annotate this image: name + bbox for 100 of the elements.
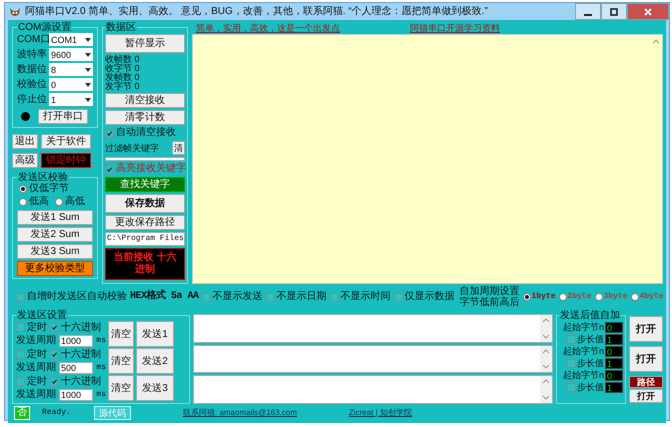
clear-button[interactable]: 清空 [108,321,134,347]
radio-button[interactable] [558,293,567,301]
checkbox-label: 定时 [27,376,47,388]
radio-label: 2byte [568,291,592,303]
send-button[interactable]: 发送2 [136,348,174,374]
hex-format-text: HEX格式 5a AA [130,291,199,303]
dropdown[interactable]: 8 [49,63,93,76]
checkbox-label: 仅显示数据 [404,291,455,303]
lock-clock-button[interactable]: 锁定时钟 [41,153,91,168]
checkbox[interactable] [50,350,59,359]
dropdown[interactable]: 9600 [49,48,93,61]
radio-button[interactable] [522,293,531,301]
period-label: 发送周期 [16,334,56,346]
counter-text: 收帧数 0 [105,55,141,64]
radio-button[interactable] [630,293,639,301]
group-title: 数据区 [105,22,137,33]
sum-button[interactable]: 发送1 Sum [17,210,93,225]
caret-icon [85,52,91,56]
checkbox[interactable] [567,334,576,344]
checkbox[interactable] [105,164,114,174]
start-byte-field[interactable]: 0 [605,322,623,332]
start-byte-field[interactable]: 0 [605,370,623,380]
scrollbar[interactable] [540,376,552,404]
dropdown[interactable]: 0 [49,78,93,91]
sum-button[interactable]: 发送2 Sum [17,227,93,242]
close-button[interactable] [627,3,669,20]
open-button[interactable]: 打开 [629,346,663,372]
dropdown[interactable]: COM1 [49,33,93,46]
start-byte-field[interactable]: 0 [605,346,623,356]
checkbox[interactable] [266,292,275,302]
checkbox-label: 十六进制 [61,322,101,334]
maximize-button[interactable] [601,3,627,20]
checkbox[interactable] [394,292,403,302]
receive-mode-label: 当前接收 十六进制 [105,248,185,280]
checksum-type-button[interactable]: 更多校验类型 [17,261,93,276]
checkbox[interactable] [330,292,339,302]
step-field[interactable]: 1 [605,334,623,344]
step-label: 步长值 [577,357,604,369]
radio-button[interactable] [19,198,27,206]
clear-filter-button[interactable]: 清 [172,141,185,155]
sum-button[interactable]: 发送3 Sum [17,244,93,259]
checkbox-label: 十六进制 [61,376,101,388]
website-link[interactable]: Zicreat | 知创学院 [348,407,412,419]
maximize-icon [609,6,619,16]
about-button[interactable]: 关于软件 [41,134,91,149]
send-text-area[interactable] [193,375,553,404]
caret-icon [85,82,91,86]
checkbox-label: 十六进制 [61,348,101,360]
send-text-area[interactable] [193,314,553,343]
checkbox[interactable] [567,382,576,392]
radio-button[interactable] [55,198,63,206]
period-field[interactable]: 1000 [59,388,94,400]
checkbox[interactable] [16,323,25,332]
open-button[interactable]: 打开 [629,316,663,342]
dropdown[interactable]: 1 [49,93,93,106]
clear-button[interactable]: 清空 [108,348,134,374]
start-byte-label: 起始字节n [562,321,604,333]
clear-receive-button[interactable]: 清空接收 [105,93,185,108]
period-field[interactable]: 1000 [59,334,94,346]
open-button[interactable]: 打开 [629,389,663,403]
checkbox[interactable] [50,377,59,386]
find-keyword-button[interactable]: 查找关键字 [105,177,185,192]
start-byte-label: 起始字节n [562,369,604,381]
period-field[interactable]: 500 [59,362,94,374]
caret-icon [85,38,91,42]
minimize-button[interactable] [575,3,601,20]
radio-button[interactable] [594,293,603,301]
field-label: 数据位 [17,64,47,76]
scrollbar[interactable] [540,346,552,372]
email-link[interactable]: 联系阿猫: amaomails@163.com [183,407,297,419]
step-field[interactable]: 1 [605,358,623,368]
counter-text: 发帧数 0 [105,73,141,82]
path-field[interactable]: C:\Program Files [105,232,185,246]
change-path-button[interactable]: 更改保存路径 [105,215,185,230]
checkbox[interactable] [105,128,114,138]
send-button[interactable]: 发送1 [136,321,174,347]
send-button[interactable]: 发送3 [136,375,174,401]
scrollbar[interactable] [540,315,552,342]
open-port-button[interactable]: 打开串口 [38,109,88,124]
advanced-button[interactable]: 高级 [12,153,38,168]
filter-field[interactable] [105,157,185,161]
counter-text: 发字节 0 [105,82,141,91]
checkbox[interactable] [567,358,576,368]
reset-count-button[interactable]: 清零计数 [105,110,185,125]
pause-button[interactable]: 暂停显示 [105,34,185,53]
step-field[interactable]: 1 [605,382,623,392]
checkbox[interactable] [202,292,211,302]
unit-label: ms [96,362,106,374]
path-button[interactable]: 路径 [629,376,663,388]
clear-button[interactable]: 清空 [108,375,134,401]
radio-button[interactable] [19,185,27,193]
status-indicator: 否 [14,406,30,420]
checkbox[interactable] [16,350,25,359]
checkbox[interactable] [16,292,25,302]
exit-button[interactable]: 退出 [12,134,38,149]
checkbox[interactable] [16,377,25,386]
save-data-button[interactable]: 保存数据 [105,194,185,213]
send-text-area[interactable] [193,344,553,374]
checkbox-label: 不显示日期 [276,291,327,303]
checkbox[interactable] [50,323,59,332]
